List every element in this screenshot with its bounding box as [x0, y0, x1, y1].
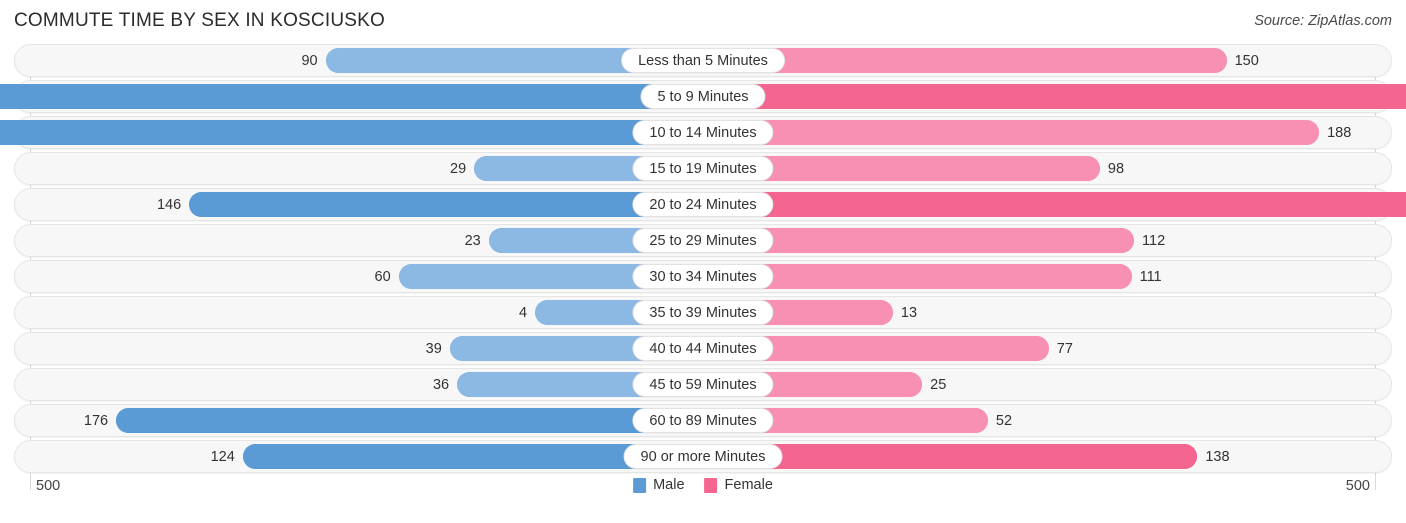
bar-value-female: 77	[1056, 341, 1073, 357]
bar-row-inner: 124 138 90 or more Minutes	[15, 441, 1391, 472]
bar-value-male: 23	[464, 233, 481, 249]
bar-rows-container: 90 150 Less than 5 Minutes 2824055 to 9 Min…	[0, 44, 1406, 473]
category-label-12: 90 or more Minutes	[623, 444, 783, 469]
bar-row: 176 52 60 to 89 Minutes	[14, 404, 1392, 437]
bar-row-inner: 14628020 to 24 Minutes	[15, 189, 1406, 220]
category-label-9: 40 to 44 Minutes	[632, 336, 774, 361]
bar-row: 14628020 to 24 Minutes	[14, 188, 1406, 221]
bar-value-male: 176	[83, 413, 109, 429]
bar-row: 90 150 Less than 5 Minutes	[14, 44, 1392, 77]
bar-row: 2824055 to 9 Minutes	[0, 80, 1406, 113]
category-label-6: 25 to 29 Minutes	[632, 228, 774, 253]
bar-value-male: 146	[156, 197, 182, 213]
bar-row: 36 25 45 to 59 Minutes	[14, 368, 1392, 401]
axis-label-left: 500	[36, 478, 61, 494]
bar-value-female: 188	[1327, 125, 1352, 141]
chart-header: COMMUTE TIME BY SEX IN KOSCIUSKO Source:…	[0, 0, 1406, 44]
bar-row-inner: 39 77 40 to 44 Minutes	[15, 333, 1391, 364]
bar-value-female: 138	[1205, 449, 1230, 465]
category-label-3: 10 to 14 Minutes	[632, 120, 774, 145]
category-label-10: 45 to 59 Minutes	[632, 372, 774, 397]
legend-label: Male	[653, 477, 685, 493]
category-label-8: 35 to 39 Minutes	[632, 300, 774, 325]
bar-row: 124 138 90 or more Minutes	[14, 440, 1392, 473]
bar-row-inner: 60 111 30 to 34 Minutes	[15, 261, 1391, 292]
bar-female	[703, 120, 1320, 145]
bar-value-female: 98	[1107, 161, 1125, 177]
bar-value-male: 60	[374, 269, 391, 285]
chart-footer: 500 500 Male Female	[14, 472, 1392, 512]
bar-row: 29 98 15 to 19 Minutes	[14, 152, 1392, 185]
bar-male	[116, 408, 703, 433]
bar-row: 39 77 40 to 44 Minutes	[14, 332, 1392, 365]
bar-value-female: 25	[930, 377, 947, 393]
bar-male	[189, 192, 703, 217]
bar-value-female: 150	[1234, 53, 1259, 69]
bar-value-male: 4	[518, 305, 528, 321]
chart-legend: Male Female	[633, 477, 773, 493]
legend-item-female[interactable]: Female	[704, 477, 773, 493]
chart-plot-area: 90 150 Less than 5 Minutes 2824055 to 9 Min…	[0, 44, 1406, 490]
category-label-7: 30 to 34 Minutes	[632, 264, 774, 289]
page-title: COMMUTE TIME BY SEX IN KOSCIUSKO	[14, 10, 385, 31]
category-label-11: 60 to 89 Minutes	[632, 408, 774, 433]
bar-value-female: 112	[1142, 233, 1166, 249]
legend-swatch-icon	[633, 477, 647, 493]
bar-row-inner: 31318810 to 14 Minutes	[0, 117, 1391, 148]
bar-row-inner: 90 150 Less than 5 Minutes	[15, 45, 1391, 76]
bar-value-female: 111	[1139, 269, 1162, 285]
bar-row-inner: 176 52 60 to 89 Minutes	[15, 405, 1391, 436]
bar-row-inner: 29 98 15 to 19 Minutes	[15, 153, 1391, 184]
bar-row-inner: 4 13 35 to 39 Minutes	[15, 297, 1391, 328]
axis-label-right: 500	[1345, 478, 1370, 494]
legend-label: Female	[724, 477, 773, 493]
bar-male	[0, 84, 703, 109]
bar-male	[0, 120, 703, 145]
bar-row-inner: 36 25 45 to 59 Minutes	[15, 369, 1391, 400]
bar-row: 23 112 25 to 29 Minutes	[14, 224, 1392, 257]
category-label-1: Less than 5 Minutes	[621, 48, 785, 73]
bar-value-male: 124	[210, 449, 235, 465]
bar-row: 60 111 30 to 34 Minutes	[14, 260, 1392, 293]
bar-row-inner: 23 112 25 to 29 Minutes	[15, 225, 1391, 256]
bar-value-male: 39	[425, 341, 442, 357]
category-label-2: 5 to 9 Minutes	[640, 84, 766, 109]
bar-row: 31318810 to 14 Minutes	[0, 116, 1392, 149]
category-label-5: 20 to 24 Minutes	[632, 192, 774, 217]
bar-value-female: 52	[995, 413, 1013, 429]
source-attribution: Source: ZipAtlas.com	[1254, 13, 1392, 29]
bar-female	[703, 84, 1406, 109]
bar-female	[703, 192, 1406, 217]
bar-value-male: 90	[301, 53, 318, 69]
bar-value-female: 13	[900, 305, 918, 321]
legend-item-male[interactable]: Male	[633, 477, 685, 493]
category-label-4: 15 to 19 Minutes	[632, 156, 774, 181]
bar-value-male: 36	[432, 377, 450, 393]
legend-swatch-icon	[704, 477, 718, 493]
bar-row-inner: 2824055 to 9 Minutes	[0, 81, 1406, 112]
bar-value-male: 29	[450, 161, 467, 177]
bar-row: 4 13 35 to 39 Minutes	[14, 296, 1392, 329]
